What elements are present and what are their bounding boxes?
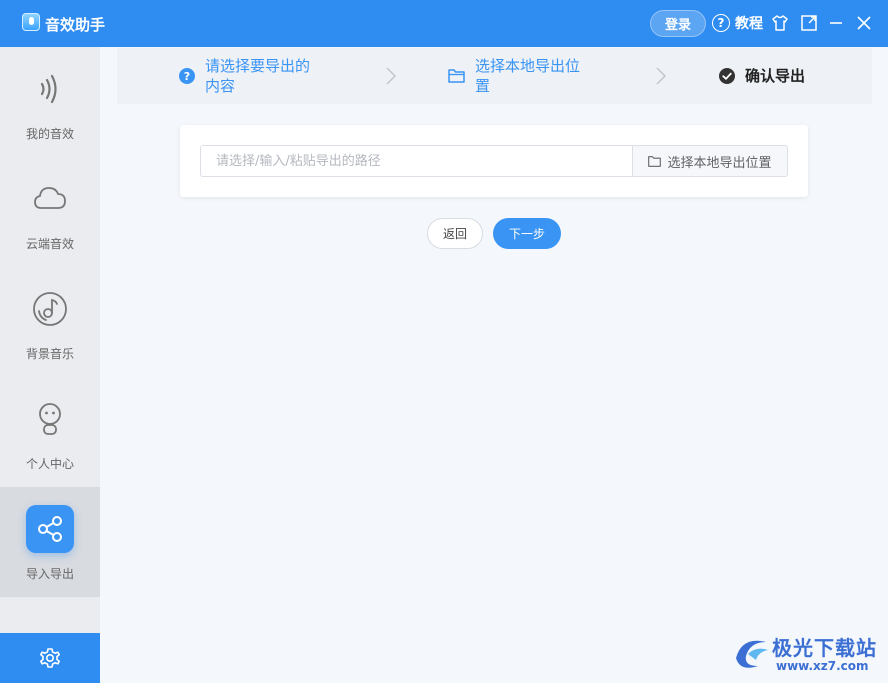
choose-location-button[interactable]: 选择本地导出位置 [632,145,788,177]
help-icon: ? [712,14,730,32]
sidebar-item-import-export[interactable]: 导入导出 [0,487,100,597]
settings-button[interactable] [0,633,100,683]
sidebar-item-cloud-sounds[interactable]: 云端音效 [0,157,100,267]
export-path-card: 选择本地导出位置 [180,125,808,197]
back-button[interactable]: 返回 [427,218,483,249]
tutorial-button[interactable]: ? 教程 [712,13,763,33]
sidebar-item-label: 导入导出 [25,567,74,581]
sidebar-item-bgm[interactable]: 背景音乐 [0,267,100,377]
sidebar-item-my-sounds[interactable]: 我的音效 [0,47,100,157]
export-steps: ? 请选择要导出的 内容 选择本地导出位 置 确认导出 [117,48,872,104]
gear-icon [40,648,60,668]
app-title: 音效助手 [45,16,106,34]
cloud-icon [34,187,66,209]
app-logo-icon [22,13,40,31]
skin-shirt-icon[interactable] [771,14,789,32]
user-robot-icon [39,403,61,435]
share-icon [38,516,62,542]
choose-location-label: 选择本地导出位置 [667,155,772,171]
music-disc-icon [33,292,67,326]
sidebar: 我的音效 云端音效 背景音乐 个人中心 导入导出 [0,47,100,683]
login-button[interactable]: 登录 [650,10,706,37]
chevron-right-icon [656,67,666,85]
step-label: 请选择要导出的 内容 [205,56,310,96]
sidebar-item-label: 背景音乐 [25,347,74,361]
sidebar-item-label: 云端音效 [25,237,74,251]
sidebar-item-label: 个人中心 [25,457,74,471]
step-label: 确认导出 [745,67,806,85]
close-icon[interactable] [855,14,873,32]
sound-wave-icon [40,74,57,104]
export-path-input[interactable] [200,145,633,177]
watermark-url: www.xz7.com [776,659,869,673]
step-label: 选择本地导出位 置 [475,56,580,96]
step-choose-location: 选择本地导出位 置 [448,56,580,96]
tutorial-label: 教程 [735,16,763,32]
step-label-line1: 选择本地导出位 [475,57,581,75]
title-bar: 音效助手 登录 ? 教程 [0,0,888,47]
step-label-line1: 请选择要导出的 [205,57,311,75]
step-select-content: ? 请选择要导出的 内容 [179,56,310,96]
step-label-line2: 置 [475,77,491,95]
watermark-title: 极光下载站 [772,636,877,660]
next-step-button[interactable]: 下一步 [493,218,561,249]
check-circle-icon [719,68,735,84]
step-confirm-export: 确认导出 [719,66,805,86]
minimize-icon[interactable] [827,14,845,32]
step-label-line2: 内容 [205,77,236,95]
folder-icon [448,69,465,83]
sidebar-item-label: 我的音效 [25,127,74,141]
expand-icon[interactable] [800,14,818,32]
question-circle-icon: ? [179,68,195,84]
svg-text:?: ? [184,70,190,83]
sidebar-item-profile[interactable]: 个人中心 [0,377,100,487]
folder-icon [648,155,662,167]
chevron-right-icon [386,67,396,85]
